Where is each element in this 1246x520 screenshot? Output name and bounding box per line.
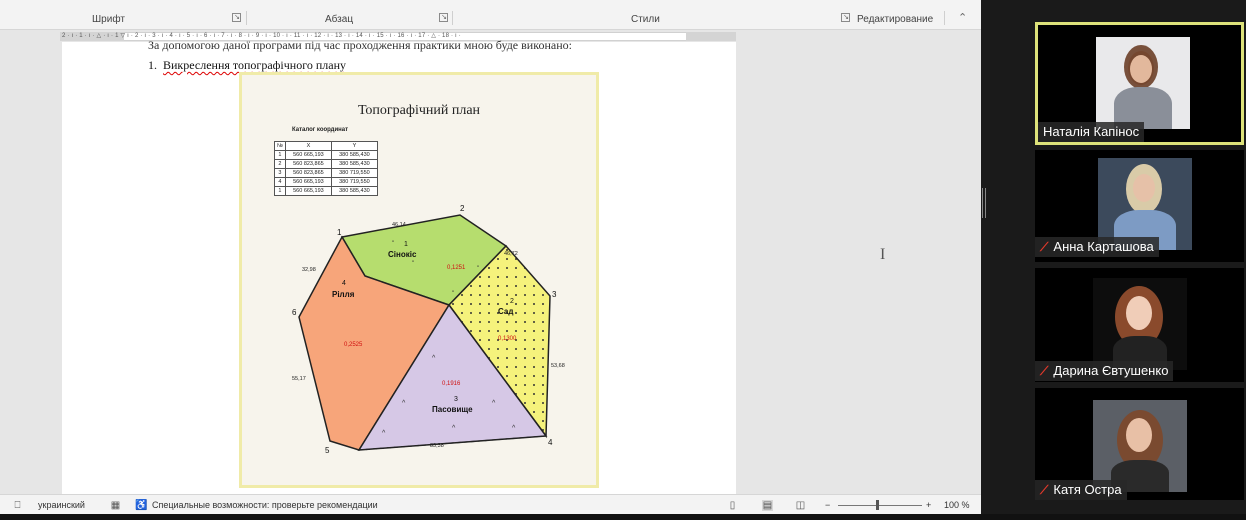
zoom-in-button[interactable]: + bbox=[926, 500, 931, 510]
styles-dialog-launcher-icon[interactable]: ↘ bbox=[841, 13, 850, 22]
zoom-level[interactable]: 100 % bbox=[944, 500, 970, 510]
edge-length-label: 83,38 bbox=[430, 443, 444, 449]
parcel-name: Сінокіс bbox=[388, 250, 417, 259]
parcel-name: Сад bbox=[498, 307, 513, 316]
edge-length-label: 32,98 bbox=[302, 267, 316, 273]
word-window: Шрифт ↘ Абзац ↘ Стили ↘ Редактирование ⌃… bbox=[0, 0, 981, 520]
hayfield-mark: '' bbox=[392, 241, 394, 247]
parcel-area: 0,1300 bbox=[498, 336, 517, 342]
list-number: 1. bbox=[148, 58, 157, 72]
edge-length-label: 53,68 bbox=[551, 363, 565, 369]
list-item: 1. Викреслення топографічного плану bbox=[148, 58, 346, 73]
participant-video bbox=[1096, 37, 1190, 129]
zoom-slider-track[interactable] bbox=[838, 505, 922, 506]
taskbar-edge bbox=[0, 514, 1246, 520]
paragraph-dialog-launcher-icon[interactable]: ↘ bbox=[439, 13, 448, 22]
edge-length-label: 55,17 bbox=[292, 376, 306, 382]
accessibility-icon[interactable]: ♿ bbox=[135, 500, 147, 511]
ribbon-separator bbox=[246, 11, 247, 25]
screen: Шрифт ↘ Абзац ↘ Стили ↘ Редактирование ⌃… bbox=[0, 0, 1246, 520]
edge-length-label: 46,14 bbox=[392, 222, 406, 228]
cut-off-text-line: За допомогою даної програми під час прох… bbox=[148, 38, 572, 52]
point-label: 5 bbox=[325, 446, 330, 455]
text-cursor-icon: I bbox=[880, 246, 886, 263]
ribbon-separator bbox=[452, 11, 453, 25]
parcel-number: 1 bbox=[404, 241, 408, 248]
avatar bbox=[1133, 174, 1155, 202]
point-label: 4 bbox=[548, 438, 553, 447]
avatar bbox=[1126, 418, 1152, 452]
parcel-area: 0,2525 bbox=[344, 342, 363, 348]
parcel-number: 4 bbox=[342, 280, 346, 287]
participant-video bbox=[1093, 278, 1187, 370]
participant-name-tag: ⟋ Анна Карташова bbox=[1035, 237, 1159, 257]
participant-tile[interactable]: ⟋ Дарина Євтушенко bbox=[1035, 268, 1244, 382]
participant-name-tag: ⟋ Дарина Євтушенко bbox=[1035, 361, 1174, 381]
document-page[interactable]: За допомогою даної програми під час прох… bbox=[62, 38, 736, 494]
participant-name: Наталія Капінос bbox=[1043, 124, 1140, 139]
topographic-plan-image[interactable]: Топографічний план Каталог координат № X… bbox=[239, 72, 599, 488]
parcel-name: Пасовище bbox=[432, 405, 473, 414]
participant-name-tag: ⟋ Катя Остра bbox=[1035, 480, 1127, 500]
participant-tile[interactable]: ⟋ Катя Остра bbox=[1035, 388, 1244, 500]
participant-name-tag: Наталія Капінос bbox=[1038, 122, 1145, 142]
status-bar: ⎕ украинский ▦ ♿ Специальные возможности… bbox=[0, 494, 981, 514]
document-area[interactable]: За допомогою даної програми під час прох… bbox=[0, 38, 981, 494]
page-view-icon[interactable]: ⎕ bbox=[12, 500, 23, 511]
keyboard-icon[interactable]: ▦ bbox=[110, 500, 121, 511]
muted-mic-icon: ⟋ bbox=[1040, 364, 1049, 378]
font-dialog-launcher-icon[interactable]: ↘ bbox=[232, 13, 241, 22]
zoom-slider-thumb[interactable] bbox=[876, 500, 879, 510]
parcel-number: 3 bbox=[454, 396, 458, 403]
accessibility-status[interactable]: Специальные возможности: проверьте реком… bbox=[152, 500, 378, 510]
ribbon-separator bbox=[944, 11, 945, 25]
participant-name: Катя Остра bbox=[1053, 482, 1122, 497]
ribbon: Шрифт ↘ Абзац ↘ Стили ↘ Редактирование ⌃ bbox=[0, 0, 981, 30]
hayfield-mark: '' bbox=[412, 261, 414, 267]
hayfield-mark: '' bbox=[452, 291, 454, 297]
point-label: 1 bbox=[337, 228, 342, 237]
plan-drawing: '' '' '' '' ^ ^ ^ ^ ^ ^ 1 2 3 4 5 6 46,1… bbox=[292, 204, 565, 455]
point-label: 3 bbox=[552, 290, 557, 299]
parcel-name: Рілля bbox=[332, 290, 355, 299]
participant-tile[interactable]: Наталія Капінос bbox=[1035, 22, 1244, 145]
parcel-number: 2 bbox=[510, 298, 514, 305]
zoom-out-button[interactable]: − bbox=[825, 500, 830, 510]
participant-name: Дарина Євтушенко bbox=[1053, 363, 1169, 378]
muted-mic-icon: ⟋ bbox=[1040, 483, 1049, 497]
collapse-ribbon-icon[interactable]: ⌃ bbox=[958, 12, 972, 24]
web-layout-icon[interactable]: ◫ bbox=[795, 500, 806, 511]
list-item-text: Викреслення топографічного плану bbox=[163, 58, 346, 72]
muted-mic-icon: ⟋ bbox=[1040, 240, 1049, 254]
participant-tile[interactable]: ⟋ Анна Карташова bbox=[1035, 150, 1244, 262]
edge-length-label: 46,72 bbox=[504, 251, 518, 257]
hayfield-mark: '' bbox=[477, 266, 479, 272]
ribbon-group-styles: Стили bbox=[631, 14, 660, 25]
parcel-area: 0,1916 bbox=[442, 381, 461, 387]
point-label: 2 bbox=[460, 204, 465, 213]
ruler-right-margin bbox=[686, 32, 736, 41]
read-mode-icon[interactable]: ▯ bbox=[727, 500, 738, 511]
point-label: 6 bbox=[292, 308, 297, 317]
panel-resize-handle[interactable] bbox=[982, 188, 986, 218]
language-indicator[interactable]: украинский bbox=[38, 500, 85, 510]
ribbon-group-font: Шрифт bbox=[92, 14, 125, 25]
participant-name: Анна Карташова bbox=[1053, 239, 1154, 254]
print-layout-icon[interactable]: ▤ bbox=[762, 500, 773, 511]
ribbon-group-paragraph: Абзац bbox=[325, 14, 354, 25]
ribbon-group-editing: Редактирование bbox=[857, 14, 934, 25]
avatar bbox=[1126, 296, 1152, 330]
participant-video bbox=[1093, 400, 1187, 492]
parcel-area: 0,1251 bbox=[447, 265, 466, 271]
